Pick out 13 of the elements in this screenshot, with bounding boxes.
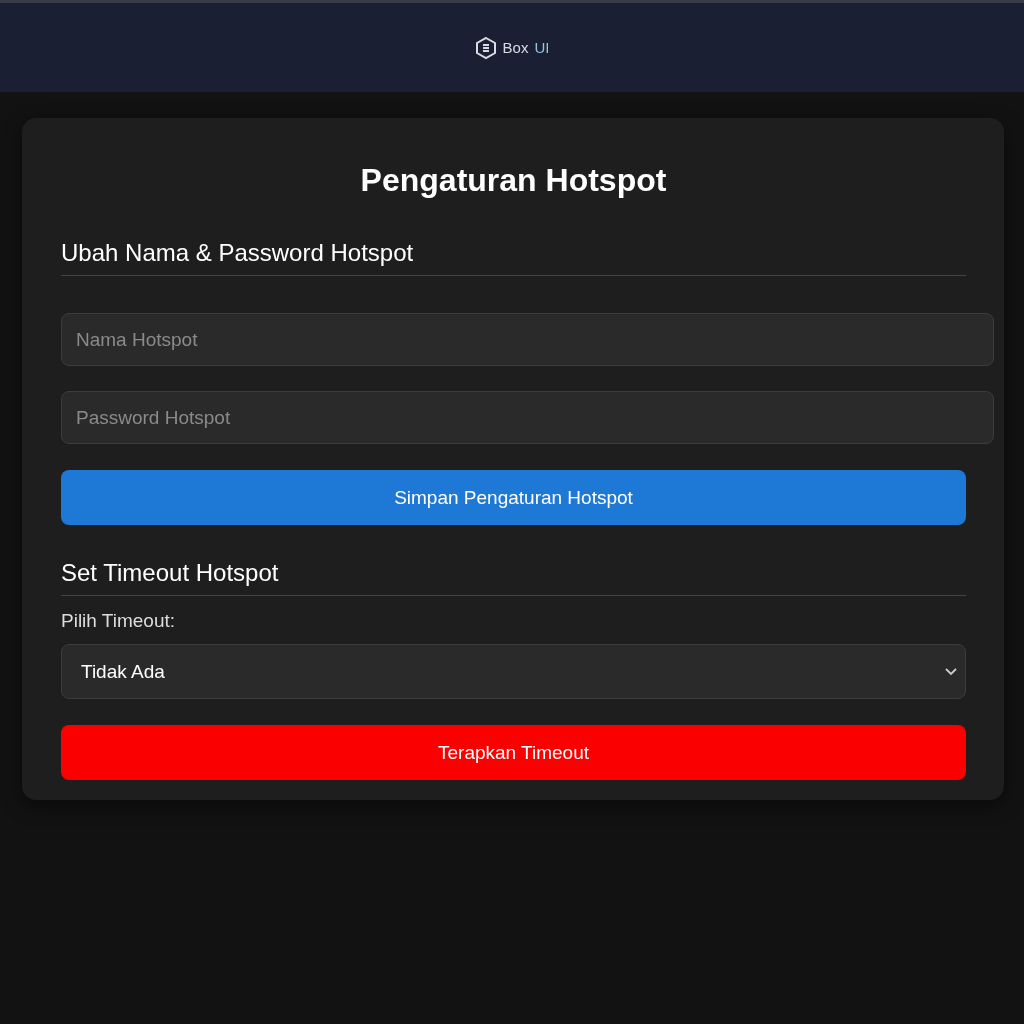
logo-icon	[474, 35, 497, 60]
page-title: Pengaturan Hotspot	[359, 162, 668, 199]
timeout-dropdown[interactable]: Tidak Ada	[61, 644, 966, 699]
submit-button[interactable]: Simpan Pengaturan Hotspot	[61, 470, 966, 525]
text-field[interactable]: Password Hotspot	[61, 391, 994, 444]
section-heading: Ubah Nama & Password Hotspot	[61, 239, 966, 276]
submit-button[interactable]: Terapkan Timeout	[61, 725, 966, 780]
field-label: Pilih Timeout:	[61, 610, 177, 632]
section-heading: Set Timeout Hotspot	[61, 559, 966, 596]
brand-accent: UI	[534, 39, 550, 56]
chevron-icon	[945, 667, 957, 676]
text-field[interactable]: Nama Hotspot	[61, 313, 994, 366]
brand-name: Box	[502, 39, 529, 56]
